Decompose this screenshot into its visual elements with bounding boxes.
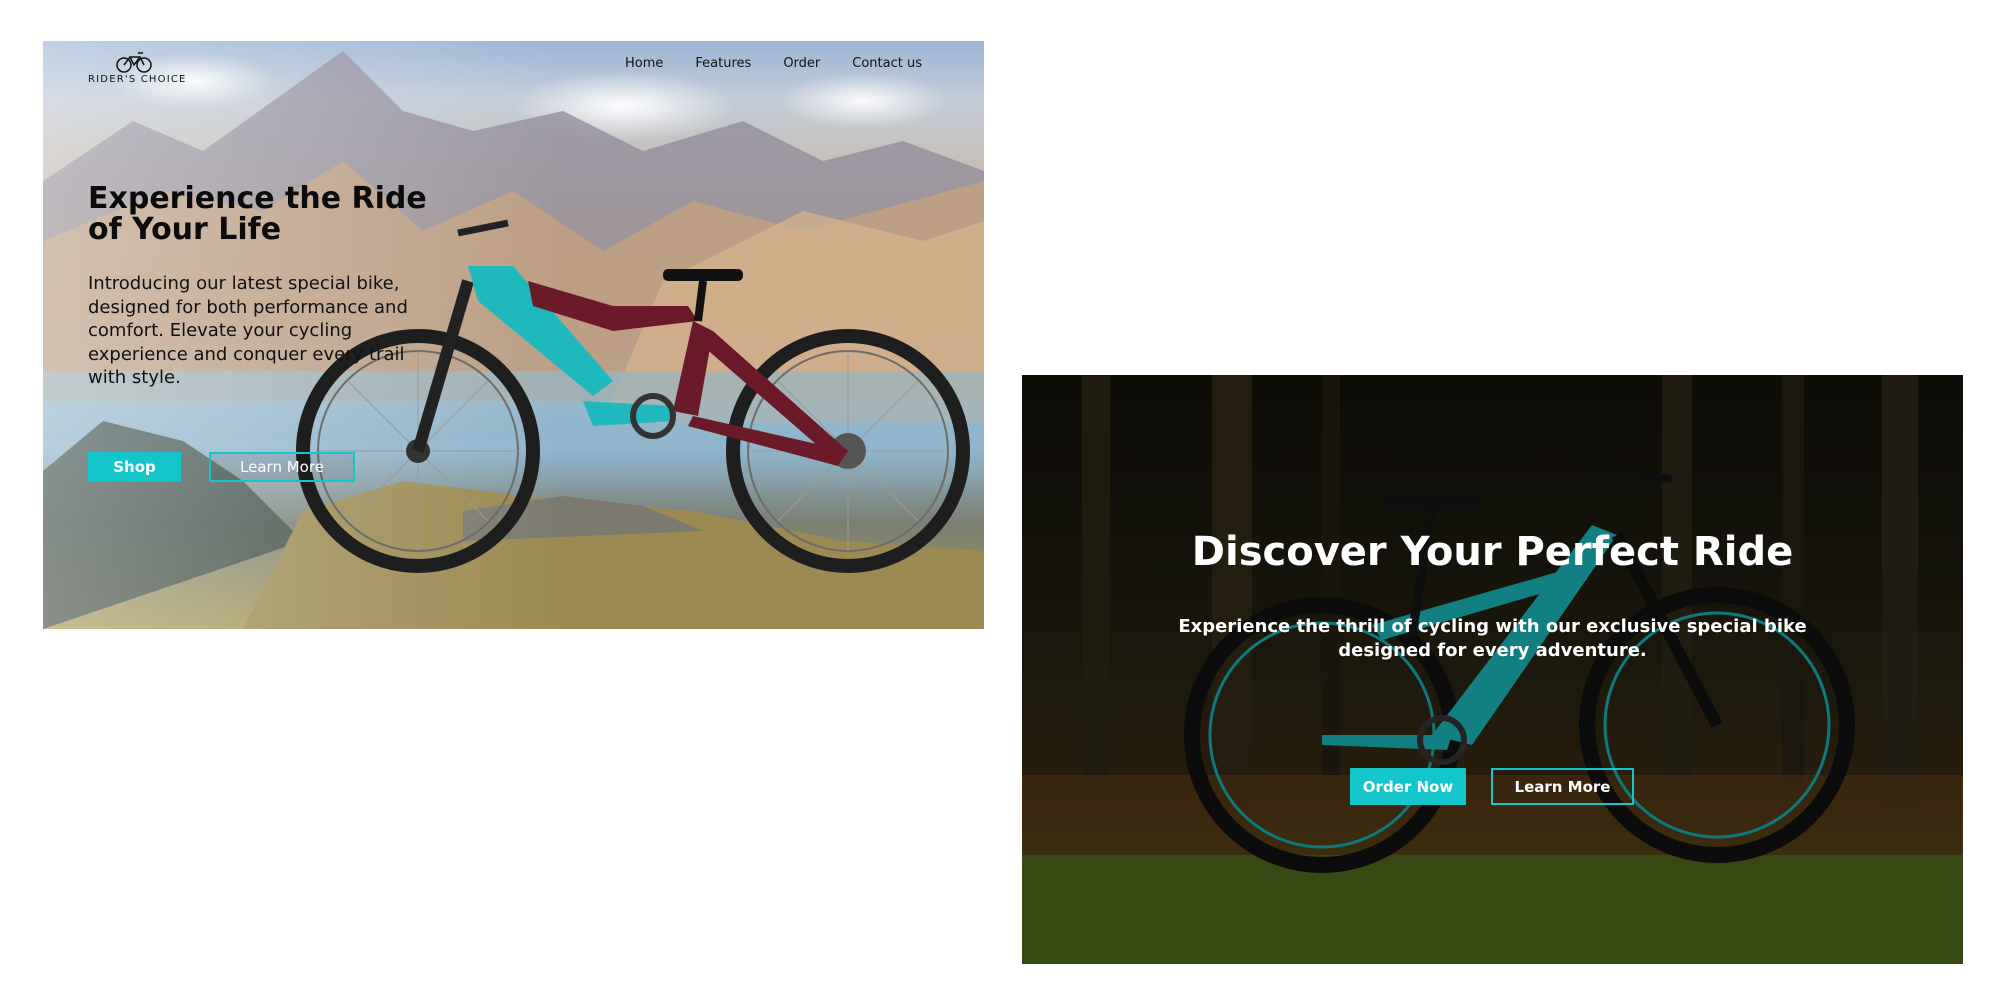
nav-link-home[interactable]: Home bbox=[625, 56, 663, 71]
hero-description-secondary: Experience the thrill of cycling with ou… bbox=[1178, 616, 1807, 661]
nav-link-features[interactable]: Features bbox=[695, 56, 751, 71]
image-dark-overlay bbox=[1022, 375, 1963, 964]
main-navigation: Home Features Order Contact us bbox=[625, 56, 922, 71]
bicycle-icon bbox=[116, 52, 152, 73]
shop-button[interactable]: Shop bbox=[88, 452, 181, 482]
order-now-button[interactable]: Order Now bbox=[1350, 768, 1466, 805]
hero-title: Experience the Ride of Your Life bbox=[88, 181, 427, 247]
learn-more-button[interactable]: Learn More bbox=[209, 452, 355, 482]
nav-link-contact[interactable]: Contact us bbox=[852, 56, 922, 71]
brand-name: RIDER'S CHOICE bbox=[88, 74, 187, 85]
hero-panel-mountain: RIDER'S CHOICE Home Features Order Conta… bbox=[43, 41, 984, 629]
learn-more-button-secondary[interactable]: Learn More bbox=[1491, 768, 1634, 805]
brand-logo[interactable]: RIDER'S CHOICE bbox=[88, 51, 188, 87]
hero-description: Introducing our latest special bike, des… bbox=[88, 273, 408, 388]
nav-link-order[interactable]: Order bbox=[783, 56, 820, 71]
hero-panel-forest: Discover Your Perfect Ride Experience th… bbox=[1022, 375, 1963, 964]
hero-title-secondary: Discover Your Perfect Ride bbox=[1191, 529, 1794, 575]
